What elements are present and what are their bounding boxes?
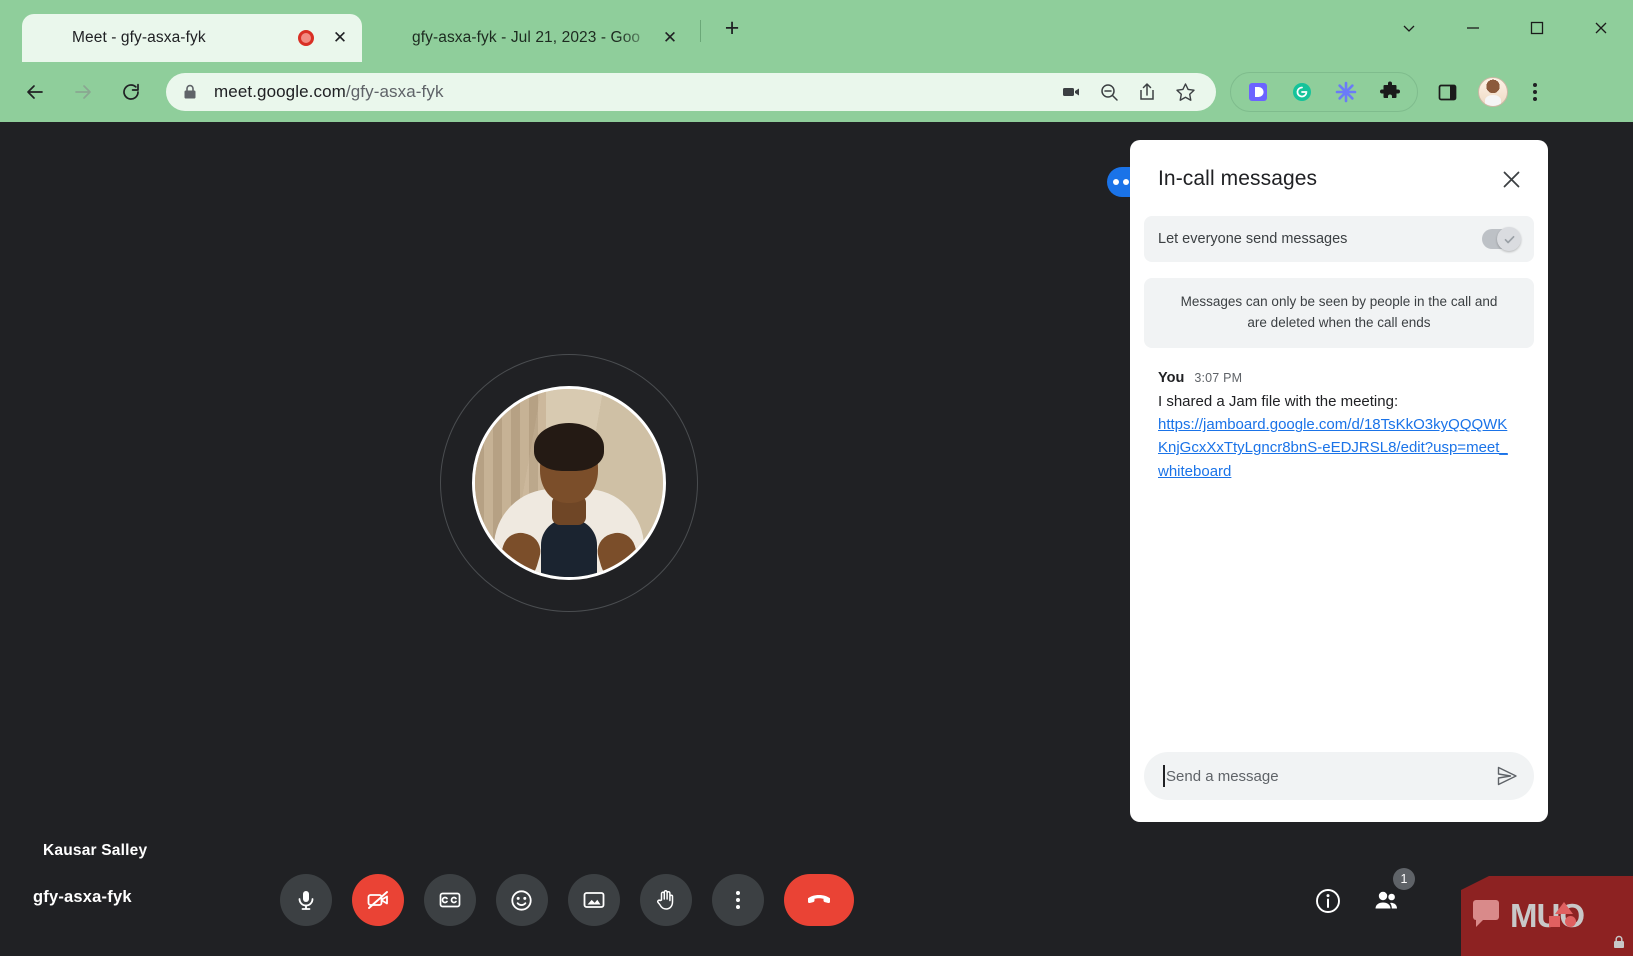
raise-hand-button[interactable]: [639, 874, 692, 926]
back-button-icon[interactable]: [16, 73, 54, 111]
captions-button[interactable]: [423, 874, 476, 926]
camera-icon[interactable]: [1054, 75, 1088, 109]
close-icon[interactable]: [1494, 162, 1528, 196]
profile-avatar[interactable]: [1478, 77, 1508, 107]
reactions-button[interactable]: [495, 874, 548, 926]
google-meet-icon: [40, 29, 58, 47]
tab-jamboard[interactable]: gfy-asxa-fyk - Jul 21, 2023 - Goo ✕: [362, 14, 692, 62]
chat-message-link[interactable]: https://jamboard.google.com/d/18TsKkO3ky…: [1158, 413, 1514, 483]
minimize-window-icon[interactable]: [1441, 0, 1505, 56]
tab-jamboard-close-button[interactable]: ✕: [658, 26, 682, 50]
close-window-icon[interactable]: [1569, 0, 1633, 56]
tab-strip: Meet - gfy-asxa-fyk ✕ gfy-asxa-fyk - Jul…: [0, 0, 1633, 62]
meet-controls: [279, 874, 854, 926]
window-controls: [1377, 0, 1633, 56]
address-bar-url: meet.google.com/gfy-asxa-fyk: [214, 82, 1054, 102]
zoom-out-icon[interactable]: [1092, 75, 1126, 109]
meet-right-controls: 1: [1313, 868, 1415, 916]
self-video-avatar: [472, 386, 666, 580]
dashlane-icon[interactable]: [1241, 75, 1275, 109]
extensions-group: [1230, 72, 1418, 112]
video-stage: [0, 122, 1130, 852]
reload-button-icon[interactable]: [112, 73, 150, 111]
new-tab-button[interactable]: +: [715, 11, 749, 45]
three-dot-menu-icon[interactable]: [1518, 75, 1552, 109]
muo-shapes-icon: [1543, 902, 1583, 930]
tab-separator: [700, 20, 701, 42]
google-jamboard-icon: [380, 29, 398, 47]
chat-message: You 3:07 PM I shared a Jam file with the…: [1158, 370, 1532, 483]
present-now-button[interactable]: [567, 874, 620, 926]
chat-message-time: 3:07 PM: [1194, 370, 1243, 385]
grammarly-icon[interactable]: [1285, 75, 1319, 109]
chat-message-text: I shared a Jam file with the meeting:: [1158, 392, 1399, 410]
puzzle-extensions-icon[interactable]: [1373, 75, 1407, 109]
microphone-button[interactable]: [279, 874, 332, 926]
url-domain: meet.google.com: [214, 82, 346, 101]
toggle-knob: [1497, 227, 1521, 251]
share-icon[interactable]: [1130, 75, 1164, 109]
leave-call-button[interactable]: [783, 874, 854, 926]
meeting-details-icon[interactable]: [1313, 886, 1343, 916]
browser-toolbar: meet.google.com/gfy-asxa-fyk: [0, 62, 1633, 122]
chat-panel-header: In-call messages: [1130, 140, 1548, 210]
forward-button-icon[interactable]: [64, 73, 102, 111]
tab-recording-indicator-icon[interactable]: [298, 30, 314, 46]
send-icon[interactable]: [1490, 759, 1524, 793]
send-message-input[interactable]: [1166, 767, 1490, 785]
asterisk-icon[interactable]: [1329, 75, 1363, 109]
meeting-code-label: gfy-asxa-fyk: [33, 888, 132, 906]
chat-compose-row[interactable]: [1144, 752, 1534, 800]
chat-panel-title: In-call messages: [1158, 167, 1318, 190]
let-everyone-send-messages-row[interactable]: Let everyone send messages: [1144, 216, 1534, 262]
more-options-button[interactable]: [711, 874, 764, 926]
url-path: /gfy-asxa-fyk: [345, 82, 444, 101]
lock-shape-icon: [1611, 934, 1627, 950]
let-everyone-send-messages-toggle[interactable]: [1482, 227, 1521, 251]
tab-meet-close-button[interactable]: ✕: [328, 26, 352, 50]
chat-bubble-shape-icon: [1473, 900, 1499, 927]
meet-bottom-bar: gfy-asxa-fyk 1 MUO: [0, 852, 1633, 956]
minimize-group-icon[interactable]: [1377, 0, 1441, 56]
people-icon[interactable]: 1: [1371, 868, 1415, 916]
chat-message-author: You: [1158, 369, 1185, 386]
camera-button[interactable]: [351, 874, 404, 926]
side-panel-icon[interactable]: [1430, 75, 1464, 109]
bookmark-star-icon[interactable]: [1168, 75, 1202, 109]
tab-jamboard-title: gfy-asxa-fyk - Jul 21, 2023 - Goo: [412, 29, 641, 46]
maximize-window-icon[interactable]: [1505, 0, 1569, 56]
muo-watermark: MUO: [1461, 876, 1633, 956]
address-bar[interactable]: meet.google.com/gfy-asxa-fyk: [166, 73, 1216, 111]
people-count-badge: 1: [1393, 868, 1415, 890]
lock-icon[interactable]: [180, 82, 200, 102]
tab-meet[interactable]: Meet - gfy-asxa-fyk ✕: [22, 14, 362, 62]
tab-meet-title: Meet - gfy-asxa-fyk: [72, 29, 206, 46]
in-call-messages-panel: In-call messages Let everyone send messa…: [1130, 140, 1548, 822]
let-everyone-send-messages-label: Let everyone send messages: [1158, 231, 1348, 247]
chat-message-list: You 3:07 PM I shared a Jam file with the…: [1130, 348, 1548, 752]
chat-message-header: You 3:07 PM: [1158, 370, 1532, 386]
chat-privacy-notice: Messages can only be seen by people in t…: [1144, 278, 1534, 348]
browser-chrome: Meet - gfy-asxa-fyk ✕ gfy-asxa-fyk - Jul…: [0, 0, 1633, 122]
compose-caret: [1163, 765, 1165, 787]
omnibox-actions: [1054, 75, 1202, 109]
